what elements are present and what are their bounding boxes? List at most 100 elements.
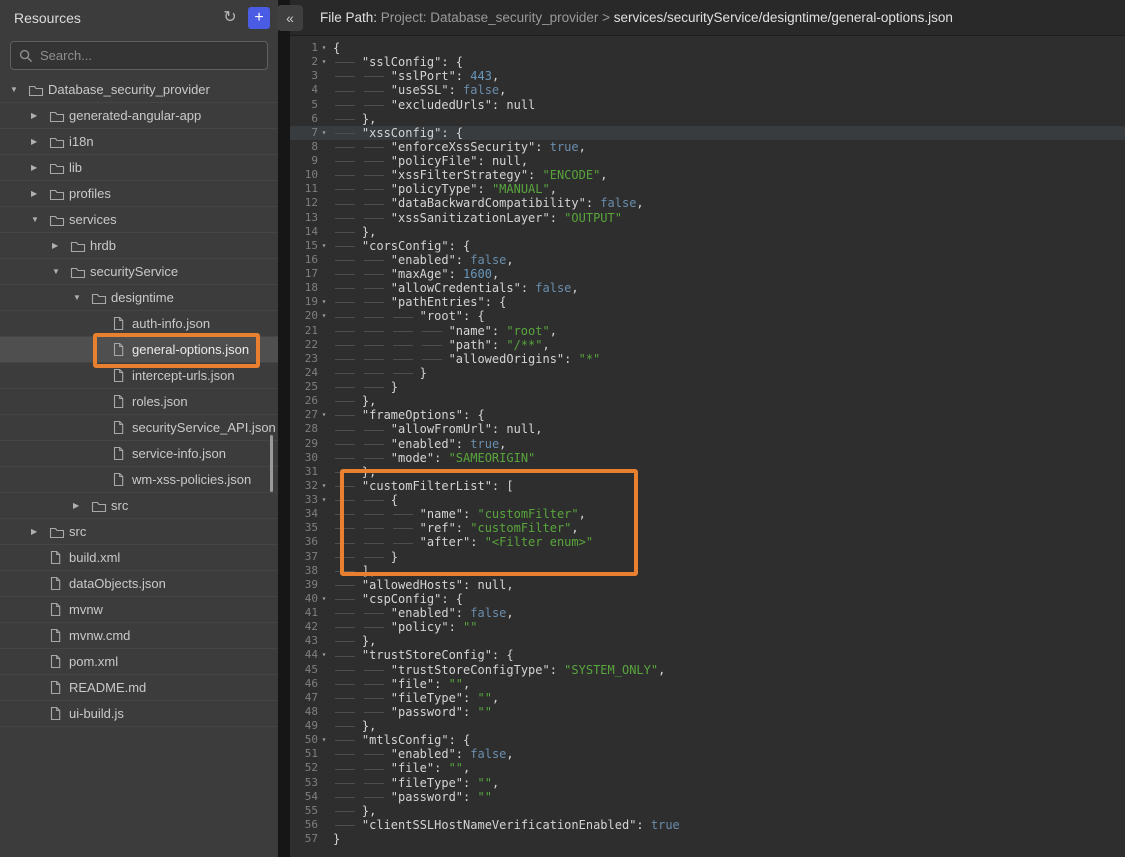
code-line-16[interactable]: 16 "enabled": false, [290,253,1125,267]
code-line-18[interactable]: 18 "allowCredentials": false, [290,281,1125,295]
tree-item-src[interactable]: ▶src [0,519,278,545]
code-line-40[interactable]: 40▾ "cspConfig": { [290,592,1125,606]
tree-item-roles.json[interactable]: roles.json [0,389,278,415]
code-line-1[interactable]: 1▾{ [290,41,1125,55]
code-line-44[interactable]: 44▾ "trustStoreConfig": { [290,648,1125,662]
fold-arrow-icon[interactable]: ▾ [318,479,330,493]
fold-arrow-icon[interactable]: ▾ [318,408,330,422]
code-line-10[interactable]: 10 "xssFilterStrategy": "ENCODE", [290,168,1125,182]
tree-item-intercept-urls.json[interactable]: intercept-urls.json [0,363,278,389]
code-line-33[interactable]: 33▾ { [290,493,1125,507]
sidebar-scrollbar[interactable] [270,435,273,492]
tree-item-pom.xml[interactable]: pom.xml [0,649,278,675]
code-line-30[interactable]: 30 "mode": "SAMEORIGIN" [290,451,1125,465]
collapse-arrow-icon[interactable]: ▼ [73,293,91,302]
code-line-19[interactable]: 19▾ "pathEntries": { [290,295,1125,309]
fold-arrow-icon[interactable]: ▾ [318,493,330,507]
collapse-arrow-icon[interactable]: ▼ [31,215,49,224]
code-line-52[interactable]: 52 "file": "", [290,761,1125,775]
tree-item-wm-xss-policies.json[interactable]: wm-xss-policies.json [0,467,278,493]
code-line-13[interactable]: 13 "xssSanitizationLayer": "OUTPUT" [290,211,1125,225]
tree-item-hrdb[interactable]: ▶hrdb [0,233,278,259]
fold-arrow-icon[interactable]: ▾ [318,309,330,323]
expand-arrow-icon[interactable]: ▶ [31,527,49,536]
collapse-arrow-icon[interactable]: ▼ [10,85,28,94]
code-line-28[interactable]: 28 "allowFromUrl": null, [290,422,1125,436]
code-line-12[interactable]: 12 "dataBackwardCompatibility": false, [290,196,1125,210]
code-line-4[interactable]: 4 "useSSL": false, [290,83,1125,97]
code-line-56[interactable]: 56 "clientSSLHostNameVerificationEnabled… [290,818,1125,832]
fold-arrow-icon[interactable]: ▾ [318,648,330,662]
code-line-14[interactable]: 14 }, [290,225,1125,239]
code-line-57[interactable]: 57} [290,832,1125,846]
tree-item-README.md[interactable]: README.md [0,675,278,701]
code-line-27[interactable]: 27▾ "frameOptions": { [290,408,1125,422]
fold-arrow-icon[interactable]: ▾ [318,55,330,69]
fold-arrow-icon[interactable]: ▾ [318,126,330,140]
code-line-45[interactable]: 45 "trustStoreConfigType": "SYSTEM_ONLY"… [290,663,1125,677]
fold-arrow-icon[interactable]: ▾ [318,733,330,747]
expand-arrow-icon[interactable]: ▶ [31,189,49,198]
fold-arrow-icon[interactable]: ▾ [318,41,330,55]
add-resource-button[interactable]: + [248,7,270,29]
tree-item-profiles[interactable]: ▶profiles [0,181,278,207]
code-line-34[interactable]: 34 "name": "customFilter", [290,507,1125,521]
code-line-21[interactable]: 21 "name": "root", [290,324,1125,338]
code-line-51[interactable]: 51 "enabled": false, [290,747,1125,761]
code-line-22[interactable]: 22 "path": "/**", [290,338,1125,352]
fold-arrow-icon[interactable]: ▾ [318,295,330,309]
code-line-39[interactable]: 39 "allowedHosts": null, [290,578,1125,592]
code-line-8[interactable]: 8 "enforceXssSecurity": true, [290,140,1125,154]
code-line-41[interactable]: 41 "enabled": false, [290,606,1125,620]
code-editor[interactable]: 1▾{2▾ "sslConfig": {3 "sslPort": 443,4 "… [290,36,1125,846]
tree-item-services[interactable]: ▼services [0,207,278,233]
code-line-20[interactable]: 20▾ "root": { [290,309,1125,323]
tree-item-ui-build.js[interactable]: ui-build.js [0,701,278,727]
fold-arrow-icon[interactable]: ▾ [318,592,330,606]
refresh-icon[interactable]: ↻ [218,6,242,30]
code-line-43[interactable]: 43 }, [290,634,1125,648]
code-line-31[interactable]: 31 }, [290,465,1125,479]
code-line-54[interactable]: 54 "password": "" [290,790,1125,804]
code-line-17[interactable]: 17 "maxAge": 1600, [290,267,1125,281]
tree-item-Database_security_provider[interactable]: ▼Database_security_provider [0,77,278,103]
tree-item-i18n[interactable]: ▶i18n [0,129,278,155]
code-line-29[interactable]: 29 "enabled": true, [290,437,1125,451]
code-line-32[interactable]: 32▾ "customFilterList": [ [290,479,1125,493]
code-line-9[interactable]: 9 "policyFile": null, [290,154,1125,168]
tree-item-src[interactable]: ▶src [0,493,278,519]
tree-item-lib[interactable]: ▶lib [0,155,278,181]
code-line-11[interactable]: 11 "policyType": "MANUAL", [290,182,1125,196]
expand-arrow-icon[interactable]: ▶ [31,111,49,120]
code-line-5[interactable]: 5 "excludedUrls": null [290,98,1125,112]
code-line-53[interactable]: 53 "fileType": "", [290,776,1125,790]
tree-item-mvnw[interactable]: mvnw [0,597,278,623]
tree-item-service-info.json[interactable]: service-info.json [0,441,278,467]
code-line-36[interactable]: 36 "after": "<Filter enum>" [290,535,1125,549]
code-line-26[interactable]: 26 }, [290,394,1125,408]
expand-arrow-icon[interactable]: ▶ [73,501,91,510]
code-line-47[interactable]: 47 "fileType": "", [290,691,1125,705]
collapse-arrow-icon[interactable]: ▼ [52,267,70,276]
tree-item-dataObjects.json[interactable]: dataObjects.json [0,571,278,597]
collapse-sidebar-icon[interactable]: « [277,5,303,31]
code-line-42[interactable]: 42 "policy": "" [290,620,1125,634]
code-line-38[interactable]: 38 ], [290,564,1125,578]
code-line-24[interactable]: 24 } [290,366,1125,380]
tree-item-build.xml[interactable]: build.xml [0,545,278,571]
code-line-15[interactable]: 15▾ "corsConfig": { [290,239,1125,253]
code-line-49[interactable]: 49 }, [290,719,1125,733]
tree-item-auth-info.json[interactable]: auth-info.json [0,311,278,337]
tree-item-generated-angular-app[interactable]: ▶generated-angular-app [0,103,278,129]
code-line-3[interactable]: 3 "sslPort": 443, [290,69,1125,83]
search-input[interactable] [40,48,259,63]
code-line-35[interactable]: 35 "ref": "customFilter", [290,521,1125,535]
tree-item-mvnw.cmd[interactable]: mvnw.cmd [0,623,278,649]
code-line-6[interactable]: 6 }, [290,112,1125,126]
tree-item-designtime[interactable]: ▼designtime [0,285,278,311]
expand-arrow-icon[interactable]: ▶ [31,137,49,146]
fold-arrow-icon[interactable]: ▾ [318,239,330,253]
code-line-50[interactable]: 50▾ "mtlsConfig": { [290,733,1125,747]
code-line-7[interactable]: 7▾ "xssConfig": { [290,126,1125,140]
tree-item-securityService_API.json[interactable]: securityService_API.json [0,415,278,441]
